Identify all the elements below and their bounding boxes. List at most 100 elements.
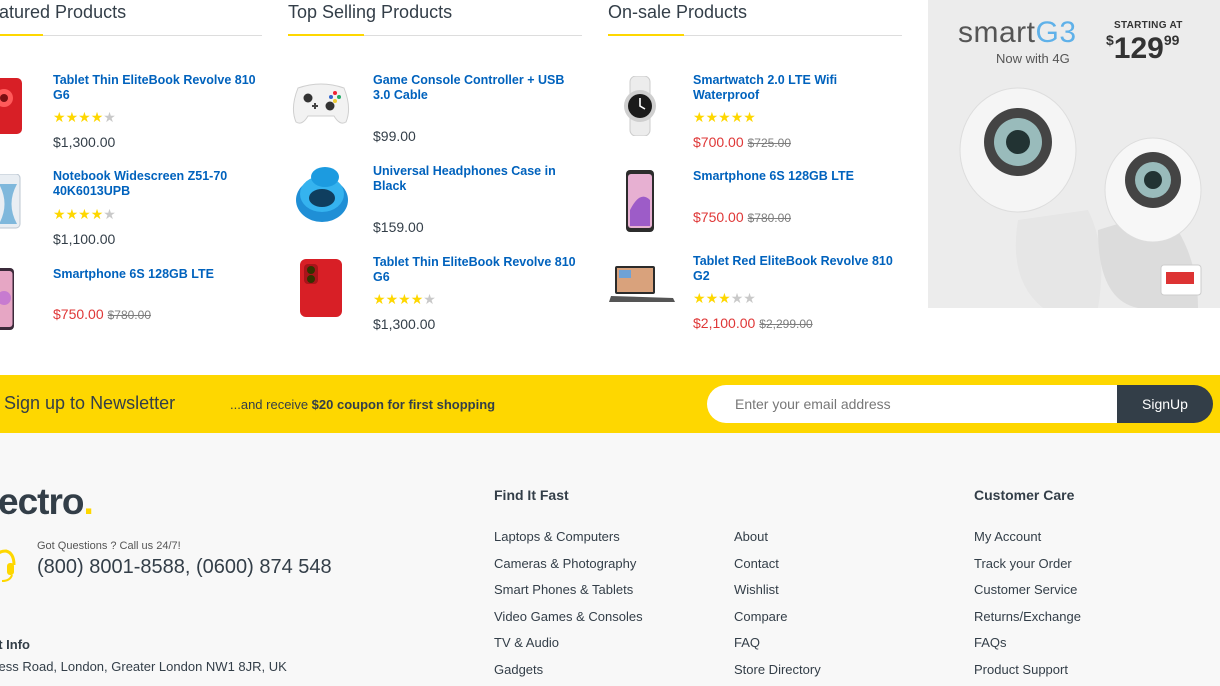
price-current: $1,300.00 xyxy=(373,316,436,332)
product-image-tablet[interactable] xyxy=(0,76,24,141)
star-empty-icon: ★ xyxy=(103,206,116,222)
rating-stars: ★★★★★ xyxy=(373,292,436,306)
info-links: About Contact Wishlist Compare FAQ Store… xyxy=(734,529,821,686)
footer-link[interactable]: Contact xyxy=(734,556,821,583)
product-image-tablet[interactable] xyxy=(298,258,344,323)
footer-link[interactable]: Smart Phones & Tablets xyxy=(494,582,643,609)
star-filled-icon: ★ xyxy=(693,109,706,125)
on-sale-title: On-sale Products xyxy=(608,2,748,22)
product-name-link[interactable]: Tablet Red EliteBook Revolve 810 G2 xyxy=(693,254,903,284)
footer-link[interactable]: Video Games & Consoles xyxy=(494,609,643,636)
product-image-smartphone[interactable] xyxy=(626,170,656,239)
product-image-smartphone[interactable] xyxy=(0,268,18,337)
newsletter-signup-button[interactable]: SignUp xyxy=(1117,385,1213,423)
on-sale-accent-bar xyxy=(608,34,684,36)
promo-price-currency: $ xyxy=(1106,32,1114,48)
product-lists-section: Featured Products Top Selling Products O… xyxy=(0,0,1220,375)
footer-link[interactable]: Laptops & Computers xyxy=(494,529,643,556)
product-name-link[interactable]: Notebook Widescreen Z51-70 40K6013UPB xyxy=(53,169,263,199)
footer-link[interactable]: FAQs xyxy=(974,635,1081,662)
star-filled-icon: ★ xyxy=(65,109,79,125)
star-filled-icon: ★ xyxy=(373,291,386,307)
footer-link[interactable]: Track your Order xyxy=(974,556,1081,583)
product-name-link[interactable]: Game Console Controller + USB 3.0 Cable xyxy=(373,73,583,103)
footer-link[interactable]: Gadgets xyxy=(494,662,643,686)
promo-starting-label: STARTING AT xyxy=(1114,20,1183,31)
footer-link[interactable]: Cameras & Photography xyxy=(494,556,643,583)
star-empty-icon: ★ xyxy=(743,290,756,306)
product-price: $99.00 xyxy=(373,128,416,144)
promo-brand-text: smart xyxy=(958,16,1036,49)
product-price: $1,300.00 xyxy=(373,316,435,332)
contact-address: cess Road, London, Greater London NW1 8J… xyxy=(0,659,287,674)
promo-brand-model: G3 xyxy=(1035,16,1077,49)
newsletter-bar: Sign up to Newsletter ...and receive $20… xyxy=(0,375,1220,433)
price-current: $1,100.00 xyxy=(53,231,116,247)
top-selling-title: Top Selling Products xyxy=(288,2,453,22)
support-question: Got Questions ? Call us 24/7! xyxy=(37,540,181,552)
price-sale: $700.00 xyxy=(693,134,744,150)
footer-link[interactable]: Wishlist xyxy=(734,582,821,609)
star-filled-icon: ★ xyxy=(743,109,756,125)
footer-link[interactable]: Returns/Exchange xyxy=(974,609,1081,636)
product-price: $750.00 $780.00 xyxy=(53,306,151,322)
price-old: $780.00 xyxy=(747,211,791,225)
footer-link[interactable]: About xyxy=(734,529,821,556)
product-name-link[interactable]: Smartphone 6S 128GB LTE xyxy=(693,169,903,184)
product-price: $750.00 $780.00 xyxy=(693,209,791,225)
product-name-link[interactable]: Tablet Thin EliteBook Revolve 810 G6 xyxy=(373,255,583,285)
price-old: $2,299.00 xyxy=(759,317,813,331)
star-filled-icon: ★ xyxy=(90,206,104,222)
find-it-fast-heading: Find It Fast xyxy=(494,487,569,503)
promo-banner[interactable]: smartG3 Now with 4G STARTING AT $12999 xyxy=(928,0,1220,308)
promo-brand: smartG3 xyxy=(958,16,1077,50)
star-filled-icon: ★ xyxy=(385,291,399,307)
rating-stars: ★★★★★ xyxy=(693,291,756,305)
newsletter-title: Sign up to Newsletter xyxy=(4,393,176,413)
promo-price-main: 129 xyxy=(1113,32,1164,65)
site-logo[interactable]: ectro. xyxy=(0,481,94,523)
product-image-notebook[interactable] xyxy=(0,173,24,235)
product-image-tablet-keyboard[interactable] xyxy=(609,264,677,311)
newsletter-email-input[interactable] xyxy=(707,385,1127,423)
logo-text: ectro xyxy=(0,481,84,522)
product-price: $2,100.00 $2,299.00 xyxy=(693,315,813,331)
star-filled-icon: ★ xyxy=(693,290,706,306)
product-name-link[interactable]: Smartphone 6S 128GB LTE xyxy=(53,267,263,282)
product-image-headphones-case[interactable] xyxy=(292,164,352,235)
price-old: $780.00 xyxy=(107,308,151,322)
price-sale: $750.00 xyxy=(693,209,744,225)
footer-link[interactable]: FAQ xyxy=(734,635,821,662)
product-name-link[interactable]: Universal Headphones Case in Black xyxy=(373,164,583,194)
footer-link[interactable]: My Account xyxy=(974,529,1081,556)
rating-stars: ★★★★★ xyxy=(693,110,756,124)
logo-dot: . xyxy=(83,481,93,522)
star-filled-icon: ★ xyxy=(78,206,91,222)
product-name-link[interactable]: Smartwatch 2.0 LTE Wifi Waterproof xyxy=(693,73,903,103)
top-selling-accent-bar xyxy=(288,34,364,36)
customer-care-heading: Customer Care xyxy=(974,487,1075,503)
star-filled-icon: ★ xyxy=(705,109,719,125)
star-empty-icon: ★ xyxy=(423,291,436,307)
customer-care-links: My Account Track your Order Customer Ser… xyxy=(974,529,1081,686)
product-image-controller[interactable] xyxy=(290,78,352,133)
newsletter-description: ...and receive $20 coupon for first shop… xyxy=(230,397,495,412)
product-image-smartwatch[interactable] xyxy=(622,75,658,141)
footer-link[interactable]: Product Support xyxy=(974,662,1081,686)
star-filled-icon: ★ xyxy=(705,290,719,306)
footer-link[interactable]: TV & Audio xyxy=(494,635,643,662)
product-price: $700.00 $725.00 xyxy=(693,134,791,150)
promo-price: $12999 xyxy=(1106,32,1179,66)
footer-link[interactable]: Compare xyxy=(734,609,821,636)
star-filled-icon: ★ xyxy=(53,206,66,222)
star-filled-icon: ★ xyxy=(730,109,744,125)
headset-icon xyxy=(0,547,16,590)
price-current: $1,300.00 xyxy=(53,134,116,150)
footer-link[interactable]: Store Directory xyxy=(734,662,821,686)
top-selling-column: Top Selling Products xyxy=(288,0,582,36)
featured-products-title: Featured Products xyxy=(0,2,127,22)
product-name-link[interactable]: Tablet Thin EliteBook Revolve 810 G6 xyxy=(53,73,263,103)
newsletter-desc-highlight: $20 coupon for first shopping xyxy=(311,397,496,412)
find-it-fast-links: Laptops & Computers Cameras & Photograph… xyxy=(494,529,643,686)
footer-link[interactable]: Customer Service xyxy=(974,582,1081,609)
